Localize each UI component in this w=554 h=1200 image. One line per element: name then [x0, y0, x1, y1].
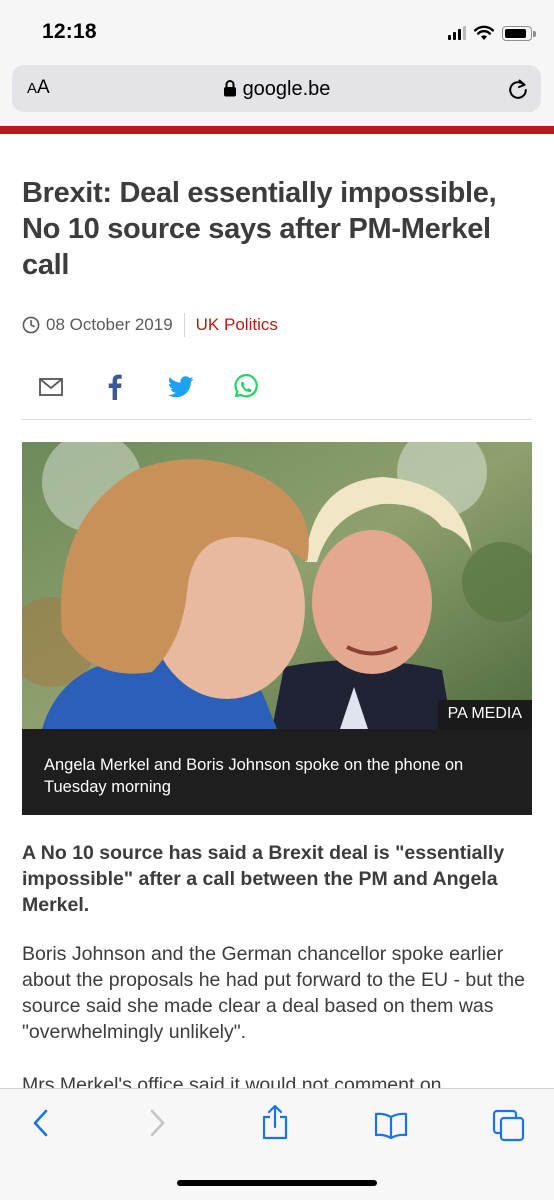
article-paragraph: Boris Johnson and the German chancellor … — [22, 943, 525, 1043]
share-row — [22, 368, 532, 408]
reload-icon[interactable] — [507, 77, 529, 101]
share-icon[interactable] — [260, 1103, 290, 1141]
article-photo: PA MEDIA — [22, 442, 532, 729]
home-indicator[interactable] — [177, 1180, 377, 1186]
bookmarks-icon[interactable] — [374, 1111, 408, 1139]
email-icon[interactable] — [39, 378, 63, 396]
cellular-signal-icon — [448, 26, 466, 40]
article-date: 08 October 2019 — [46, 315, 173, 334]
url-text: google.be — [242, 78, 331, 100]
article-lead: A No 10 source has said a Brexit deal is… — [22, 842, 505, 916]
article-headline: Brexit: Deal essentially impossible, No … — [22, 177, 497, 281]
article-meta: 08 October 2019 UK Politics — [22, 313, 278, 337]
url-field[interactable]: google.be — [12, 78, 541, 101]
image-caption: Angela Merkel and Boris Johnson spoke on… — [22, 729, 532, 815]
address-bar[interactable]: AA google.be — [12, 65, 541, 112]
status-bar: 12:18 — [0, 0, 554, 62]
status-icons — [448, 23, 536, 43]
divider — [22, 419, 532, 420]
browser-address-area: AA google.be — [0, 62, 554, 126]
topic-link[interactable]: UK Politics — [196, 315, 278, 335]
forward-icon[interactable] — [146, 1107, 168, 1139]
battery-icon — [502, 25, 536, 41]
wifi-icon — [474, 25, 494, 40]
status-time: 12:18 — [42, 20, 97, 43]
meta-divider — [183, 313, 185, 337]
lock-icon — [223, 80, 236, 97]
image-credit: PA MEDIA — [437, 700, 532, 729]
photo-merkel-johnson — [22, 442, 532, 729]
site-header-bar — [0, 126, 554, 134]
facebook-icon[interactable] — [108, 374, 122, 400]
back-icon[interactable] — [30, 1107, 52, 1139]
whatsapp-icon[interactable] — [232, 374, 258, 400]
clock-icon — [22, 316, 40, 334]
twitter-icon[interactable] — [168, 376, 194, 398]
tabs-icon[interactable] — [492, 1109, 526, 1143]
